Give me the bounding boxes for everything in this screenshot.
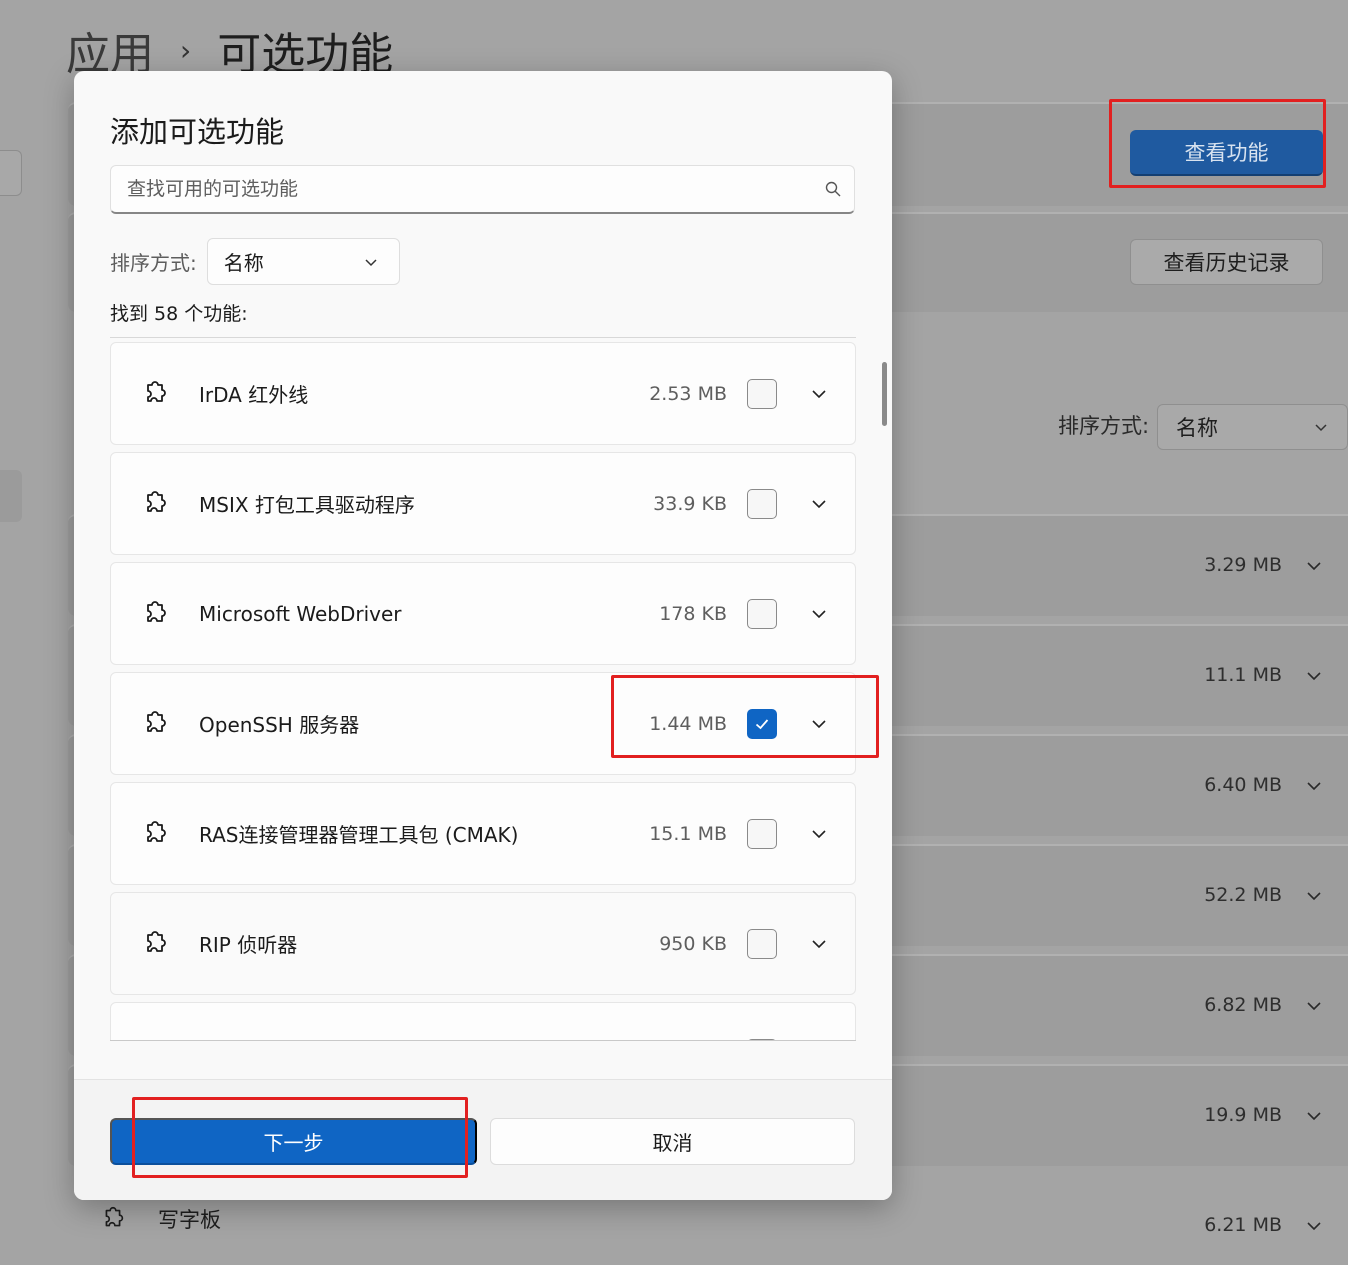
feature-checkbox[interactable]	[747, 928, 777, 959]
feature-row[interactable]: RIP 侦听器 950 KB	[110, 892, 856, 995]
chevron-down-icon[interactable]	[809, 384, 829, 404]
feature-size: 178 KB	[659, 602, 727, 625]
chevron-down-icon[interactable]	[1304, 886, 1324, 906]
chevron-down-icon	[1315, 424, 1327, 432]
feature-checkbox[interactable]	[747, 1038, 777, 1040]
installed-sort-select[interactable]: 名称	[1157, 404, 1348, 450]
chevron-down-icon	[365, 258, 377, 266]
sort-row: 排序方式: 名称	[110, 238, 400, 285]
feature-list-scrollbar[interactable]	[882, 362, 887, 426]
feature-name: MSIX 打包工具驱动程序	[199, 493, 415, 517]
installed-feature-size: 19.9 MB	[1204, 1104, 1282, 1126]
installed-feature-size: 6.82 MB	[1204, 994, 1282, 1016]
next-button[interactable]: 下一步	[110, 1118, 477, 1165]
feature-checkbox[interactable]	[747, 708, 777, 739]
chevron-down-icon[interactable]	[809, 934, 829, 954]
chevron-down-icon[interactable]	[809, 714, 829, 734]
nav-selection-stub	[0, 470, 22, 522]
puzzle-icon	[139, 1038, 171, 1042]
feature-size: 15.1 MB	[649, 822, 727, 845]
dialog-footer: 下一步 取消	[74, 1079, 892, 1200]
sort-select[interactable]: 名称	[206, 238, 400, 285]
chevron-down-icon[interactable]	[1304, 1216, 1324, 1236]
puzzle-icon	[147, 930, 166, 952]
feature-name: IrDA 红外线	[199, 383, 309, 407]
puzzle-icon	[105, 1206, 124, 1227]
feature-name: RSAT: Active Directory 域服务和轻型目录服务	[199, 1039, 628, 1040]
feature-name: Microsoft WebDriver	[199, 601, 402, 626]
chevron-down-icon[interactable]	[1304, 996, 1324, 1016]
feature-checkbox[interactable]	[747, 378, 777, 409]
feature-size: 2.53 MB	[649, 382, 727, 405]
chevron-down-icon[interactable]	[1304, 556, 1324, 576]
puzzle-icon	[147, 600, 166, 622]
feature-size: 33.9 KB	[653, 492, 727, 515]
feature-search-box[interactable]	[110, 165, 855, 214]
installed-feature-size: 6.21 MB	[1204, 1214, 1282, 1236]
cancel-button[interactable]: 取消	[490, 1118, 855, 1165]
feature-row[interactable]: IrDA 红外线 2.53 MB	[110, 342, 856, 445]
installed-sort-value: 名称	[1176, 416, 1218, 440]
feature-name: RIP 侦听器	[199, 933, 298, 957]
chevron-down-icon[interactable]	[1304, 1106, 1324, 1126]
feature-checkbox[interactable]	[747, 818, 777, 849]
sort-value: 名称	[223, 251, 264, 275]
installed-feature-size: 52.2 MB	[1204, 884, 1282, 906]
feature-row[interactable]: RAS连接管理器管理工具包 (CMAK) 15.1 MB	[110, 782, 856, 885]
add-optional-feature-dialog: 添加可选功能 排序方式: 名称 找到 58 个功能: IrDA 红外线 2.53 …	[74, 71, 892, 1200]
feature-row[interactable]: RSAT: Active Directory 域服务和轻型目录服务	[110, 1002, 856, 1042]
feature-row[interactable]: Microsoft WebDriver 178 KB	[110, 562, 856, 665]
installed-feature-size: 11.1 MB	[1204, 664, 1282, 686]
view-features-button[interactable]: 查看功能	[1130, 130, 1323, 176]
breadcrumb-separator: ›	[180, 33, 192, 67]
back-nav-stub	[0, 150, 22, 196]
sort-label: 排序方式:	[110, 251, 197, 275]
feature-size: 1.44 MB	[649, 712, 727, 735]
feature-name: OpenSSH 服务器	[199, 713, 360, 737]
puzzle-icon	[147, 820, 166, 842]
feature-checkbox[interactable]	[747, 488, 777, 519]
view-history-button[interactable]: 查看历史记录	[1130, 239, 1323, 285]
chevron-down-icon[interactable]	[809, 604, 829, 624]
installed-sort-label: 排序方式:	[1058, 414, 1150, 438]
puzzle-icon	[147, 490, 166, 512]
feature-row[interactable]: OpenSSH 服务器 1.44 MB	[110, 672, 856, 775]
installed-item-name: 写字板	[158, 1208, 221, 1232]
feature-name: RAS连接管理器管理工具包 (CMAK)	[199, 823, 519, 847]
feature-size: 950 KB	[659, 932, 727, 955]
dialog-title: 添加可选功能	[110, 115, 285, 149]
chevron-down-icon[interactable]	[1304, 776, 1324, 796]
chevron-down-icon[interactable]	[809, 824, 829, 844]
puzzle-icon	[147, 380, 166, 402]
search-icon[interactable]	[824, 180, 842, 198]
installed-item-wordpad[interactable]: 写字板	[98, 1204, 221, 1234]
installed-feature-size: 6.40 MB	[1204, 774, 1282, 796]
feature-row[interactable]: MSIX 打包工具驱动程序 33.9 KB	[110, 452, 856, 555]
found-count: 找到 58 个功能:	[110, 303, 248, 325]
feature-search-input[interactable]	[127, 178, 824, 200]
installed-feature-size: 3.29 MB	[1204, 554, 1282, 576]
feature-checkbox[interactable]	[747, 598, 777, 629]
chevron-down-icon[interactable]	[809, 494, 829, 514]
chevron-down-icon[interactable]	[1304, 666, 1324, 686]
puzzle-icon	[147, 710, 166, 732]
available-features-list[interactable]: IrDA 红外线 2.53 MB MSIX 打包工具驱动程序 33.9 KB Micro…	[110, 337, 856, 1041]
checkmark-icon	[755, 718, 769, 729]
